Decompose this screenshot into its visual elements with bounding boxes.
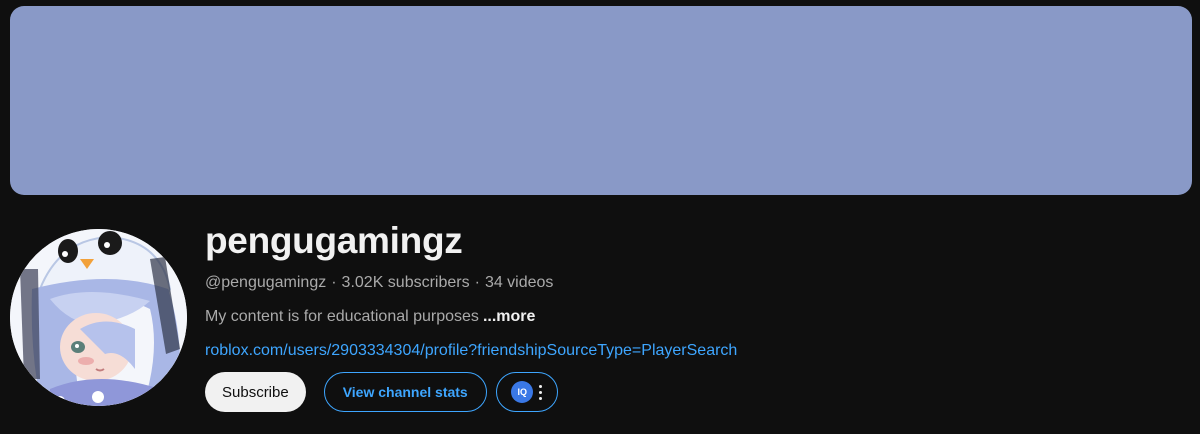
description-text: My content is for educational purposes bbox=[205, 308, 479, 325]
channel-handle: @pengugamingz bbox=[205, 274, 327, 291]
channel-avatar[interactable] bbox=[10, 229, 187, 406]
channel-name: pengugamingz bbox=[205, 220, 463, 261]
subscriber-count: 3.02K subscribers bbox=[341, 274, 470, 291]
channel-external-link[interactable]: roblox.com/users/2903334304/profile?frie… bbox=[205, 340, 1185, 362]
avatar-image bbox=[10, 229, 187, 406]
meta-separator: · bbox=[474, 274, 480, 291]
channel-meta: @pengugamingz · 3.02K subscribers · 34 video… bbox=[205, 272, 1185, 294]
extension-menu-button[interactable]: IQ bbox=[495, 372, 558, 412]
video-count: 34 videos bbox=[484, 274, 554, 291]
channel-banner bbox=[10, 6, 1192, 195]
meta-separator: · bbox=[331, 274, 337, 291]
subscribe-button[interactable]: Subscribe bbox=[205, 372, 306, 412]
channel-description[interactable]: My content is for educational purposes..… bbox=[205, 306, 1185, 328]
channel-actions: Subscribe View channel stats IQ bbox=[205, 372, 558, 412]
channel-info: pengugamingz @pengugamingz · 3.02K subscri… bbox=[205, 218, 1185, 362]
extension-logo-icon: IQ bbox=[511, 381, 534, 403]
more-link[interactable]: ...more bbox=[483, 308, 535, 325]
more-vert-icon bbox=[539, 384, 543, 400]
view-channel-stats-button[interactable]: View channel stats bbox=[323, 372, 487, 412]
